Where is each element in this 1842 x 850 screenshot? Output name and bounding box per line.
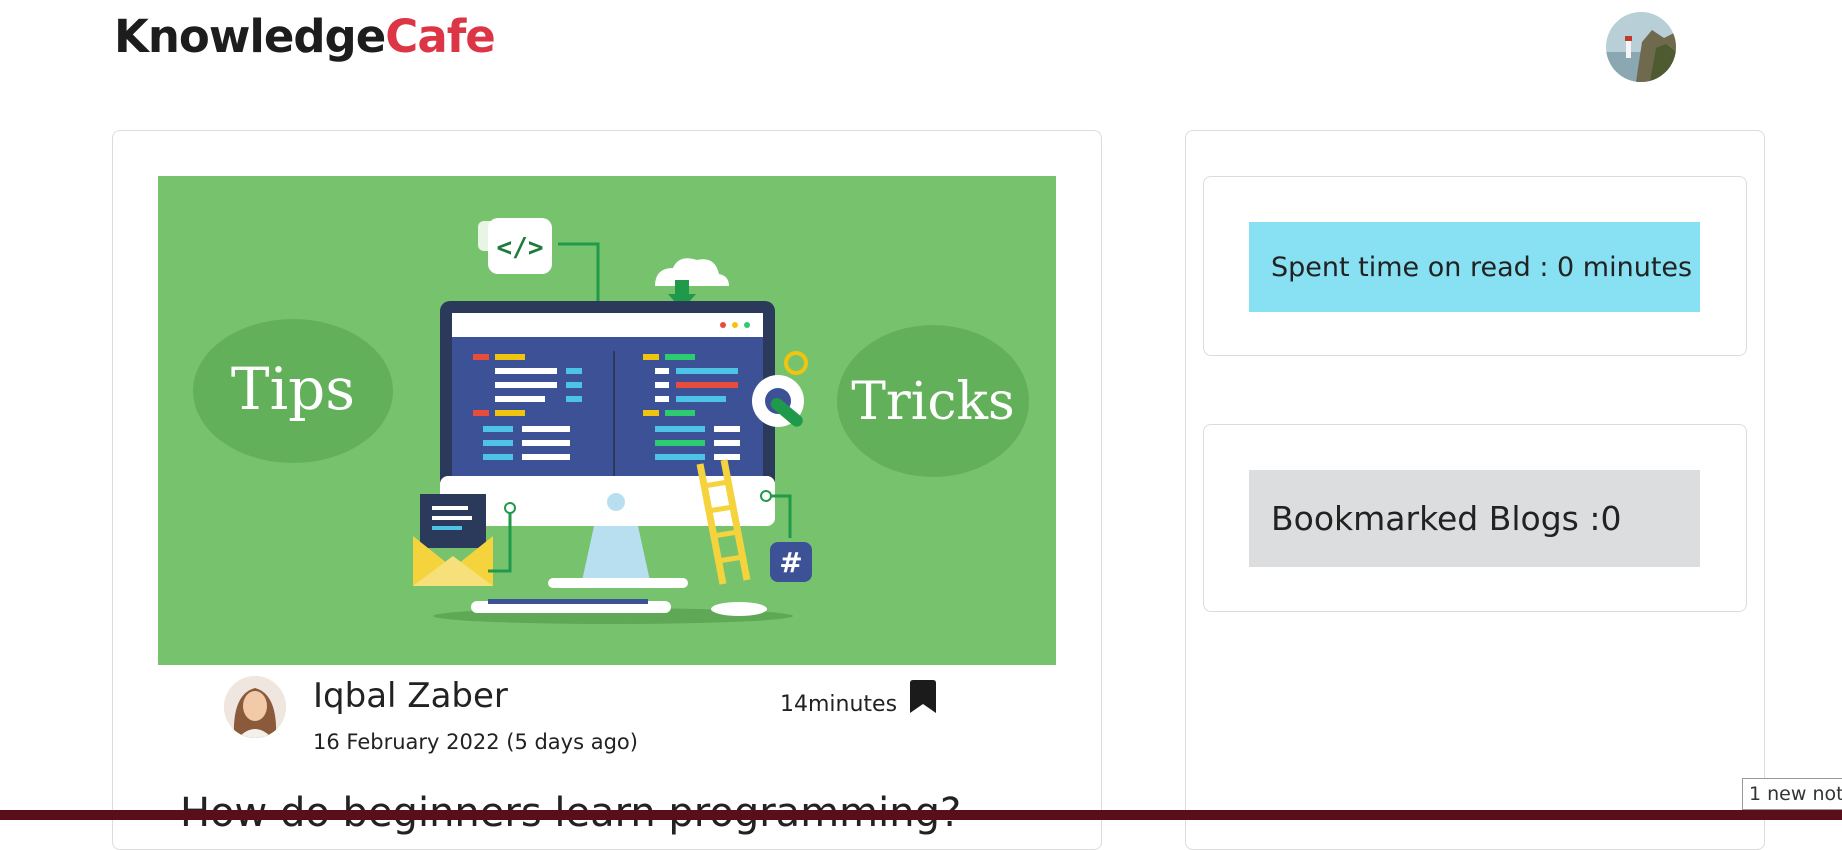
post-date: 16 February 2022 (5 days ago) xyxy=(313,730,638,754)
spent-time-label: Spent time on read : 0 minutes xyxy=(1271,251,1693,283)
bottom-bar xyxy=(0,810,1842,820)
notification-text: 1 new notification xyxy=(1749,783,1842,805)
author-avatar[interactable] xyxy=(224,676,286,738)
code-tag-text: </> xyxy=(497,233,544,263)
hash-text: # xyxy=(779,546,802,579)
tricks-text: Tricks xyxy=(851,372,1015,432)
bookmarked-blogs-label: Bookmarked Blogs :0 xyxy=(1271,499,1622,538)
user-avatar[interactable] xyxy=(1606,12,1676,82)
bookmarked-blogs-display: Bookmarked Blogs :0 xyxy=(1249,470,1700,567)
spent-time-display: Spent time on read : 0 minutes xyxy=(1249,222,1700,312)
blog-cover-image: Tips Tricks </> # xyxy=(158,176,1056,665)
read-time: 14minutes xyxy=(780,692,898,717)
bookmark-button[interactable] xyxy=(908,680,938,714)
bookmark-icon xyxy=(910,680,936,713)
user-avatar-icon xyxy=(1606,12,1676,82)
brand-primary: Knowledge xyxy=(114,10,386,63)
site-logo[interactable]: KnowledgeCafe xyxy=(114,10,496,63)
author-avatar-icon xyxy=(224,676,286,738)
author-name: Iqbal Zaber xyxy=(313,676,508,716)
brand-accent: Cafe xyxy=(385,10,495,63)
notification-toast[interactable]: 1 new notification xyxy=(1742,778,1842,810)
tips-text: Tips xyxy=(231,355,355,423)
